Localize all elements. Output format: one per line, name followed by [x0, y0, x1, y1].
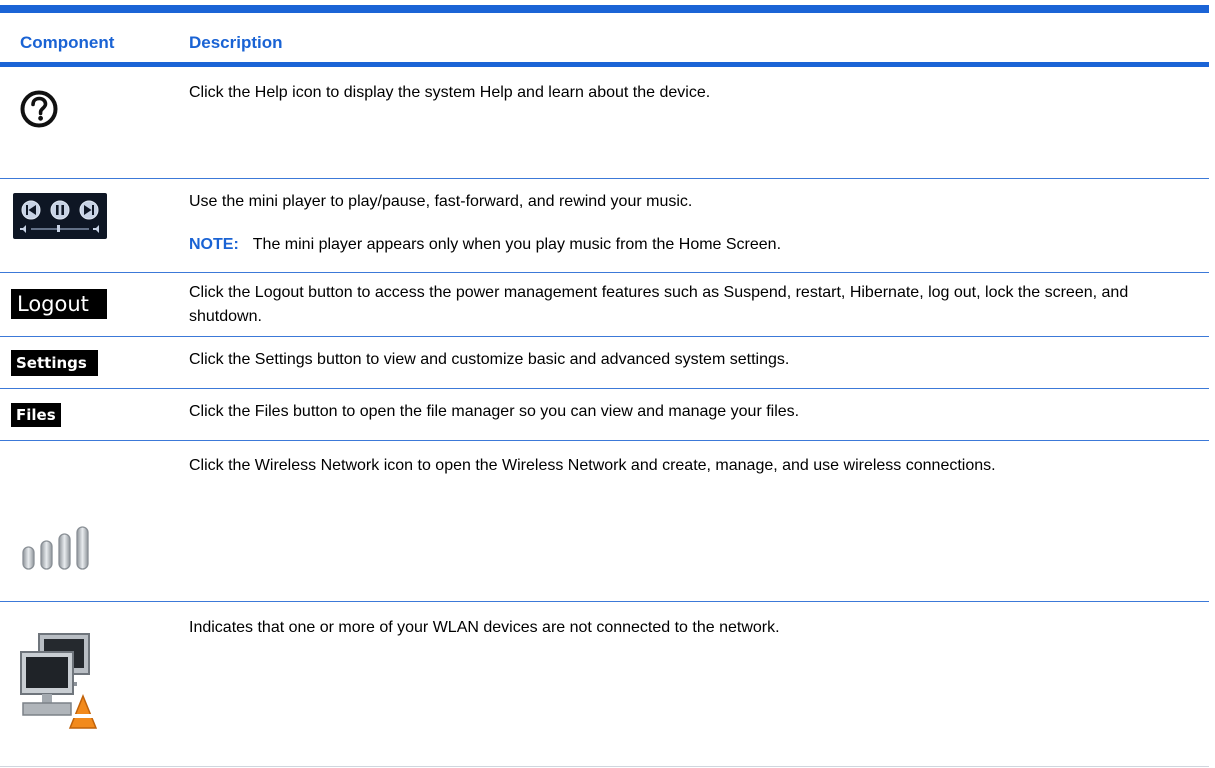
component-cell: Settings — [0, 337, 175, 388]
row-description: Click the Help icon to display the syste… — [189, 84, 711, 101]
description-cell: Click the Wireless Network icon to open … — [189, 454, 1197, 478]
row-description: Click the Settings button to view and cu… — [189, 351, 790, 368]
table-header: Component Description — [0, 13, 1209, 63]
row-description: Click the Files button to open the file … — [189, 403, 800, 420]
note: NOTE: The mini player appears only when y… — [189, 233, 1197, 257]
table-row-mini-player: Use the mini player to play/pause, fast-… — [0, 179, 1209, 273]
settings-button-icon: Settings — [11, 350, 98, 376]
table-row-help: Click the Help icon to display the syste… — [0, 67, 1209, 179]
table-row-files: Files Click the Files button to open the… — [0, 389, 1209, 441]
component-cell — [0, 602, 175, 766]
description-cell: Click the Help icon to display the syste… — [189, 81, 1197, 105]
table-row-logout: Logout Click the Logout button to access… — [0, 273, 1209, 337]
help-icon — [20, 90, 58, 128]
description-cell: Use the mini player to play/pause, fast-… — [189, 190, 1197, 257]
component-table: Component Description Click the Help ico… — [0, 0, 1215, 768]
wireless-signal-icon — [22, 526, 89, 570]
network-disconnected-warning-icon — [20, 633, 97, 729]
table-row-wireless: Click the Wireless Network icon to open … — [0, 441, 1209, 602]
note-label: NOTE: — [189, 236, 239, 253]
note-text: The mini player appears only when you pl… — [252, 236, 782, 253]
component-cell: Logout — [0, 273, 175, 336]
table-row-network-status: Indicates that one or more of your WLAN … — [0, 602, 1209, 767]
column-header-component: Component — [20, 33, 115, 52]
mini-player-icon — [13, 193, 107, 239]
description-cell: Click the Files button to open the file … — [189, 400, 1197, 424]
files-button-icon: Files — [11, 403, 61, 427]
description-cell: Click the Logout button to access the po… — [189, 281, 1197, 329]
component-cell — [0, 441, 175, 601]
component-cell — [0, 179, 175, 272]
pause-icon — [50, 200, 70, 220]
logout-button-icon: Logout — [11, 289, 107, 319]
row-description: Use the mini player to play/pause, fast-… — [189, 193, 693, 210]
table-top-rule — [0, 5, 1209, 13]
description-cell: Click the Settings button to view and cu… — [189, 348, 1197, 372]
component-cell: Files — [0, 389, 175, 440]
row-description: Indicates that one or more of your WLAN … — [189, 619, 780, 636]
component-cell — [0, 67, 175, 178]
previous-track-icon — [21, 200, 41, 220]
description-cell: Indicates that one or more of your WLAN … — [189, 616, 1197, 640]
table-row-settings: Settings Click the Settings button to vi… — [0, 337, 1209, 389]
row-description: Click the Logout button to access the po… — [189, 284, 1129, 325]
row-description: Click the Wireless Network icon to open … — [189, 457, 996, 474]
column-header-description: Description — [189, 33, 283, 52]
next-track-icon — [79, 200, 99, 220]
